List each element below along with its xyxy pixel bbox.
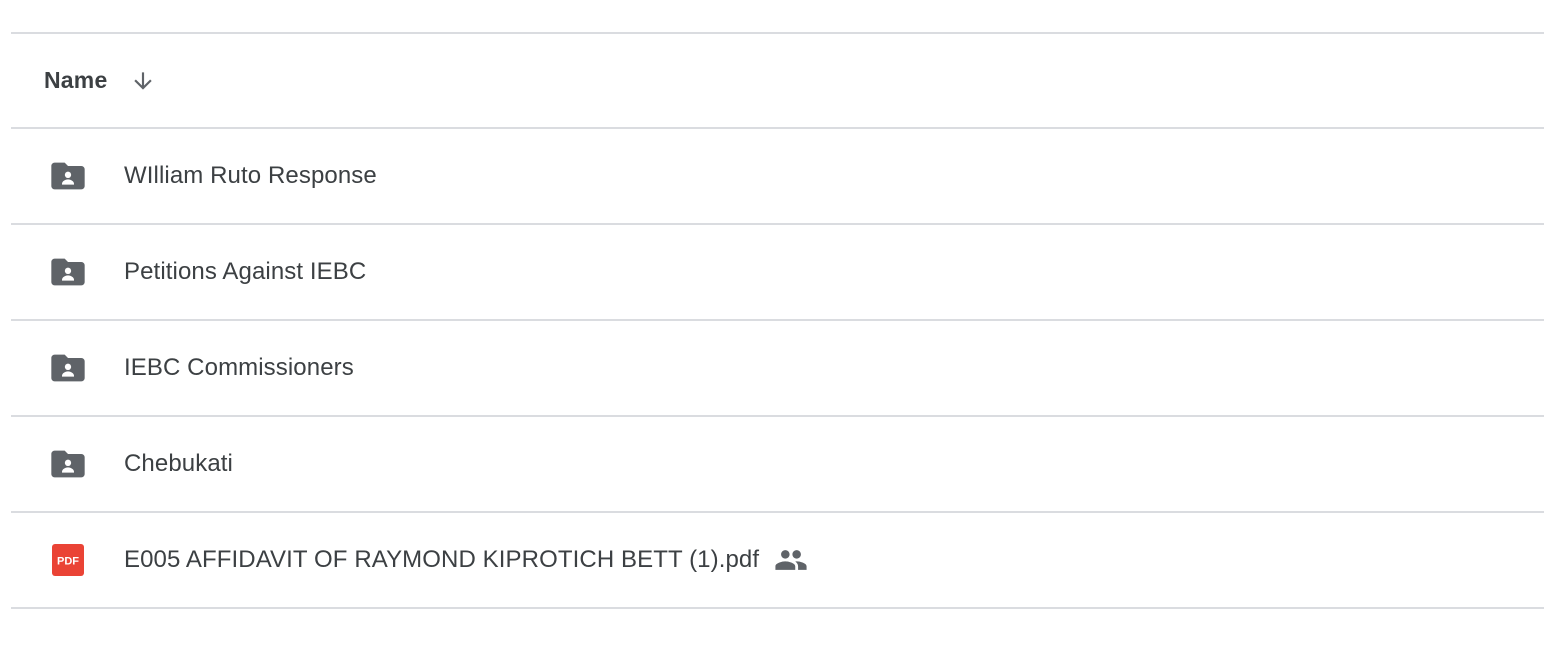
file-row-iebc-commissioners[interactable]: IEBC Commissioners [11,321,1544,417]
file-name: IEBC Commissioners [124,354,354,381]
name-column-header[interactable]: Name [44,67,107,94]
shared-folder-icon [48,156,88,196]
file-name: Petitions Against IEBC [124,258,367,285]
file-row-petitions-against-iebc[interactable]: Petitions Against IEBC [11,225,1544,321]
file-name: Chebukati [124,450,233,477]
file-row-chebukati[interactable]: Chebukati [11,417,1544,513]
column-header-row: Name [11,34,1544,129]
file-list: Name WIlliam Ruto Response Petitions Aga… [11,32,1544,609]
shared-folder-icon [48,348,88,388]
file-name: WIlliam Ruto Response [124,162,377,189]
pdf-icon: PDF [48,540,88,580]
shared-folder-icon [48,444,88,484]
arrow-down-icon[interactable] [129,67,157,95]
people-icon [773,545,809,575]
shared-folder-icon [48,252,88,292]
file-row-william-ruto-response[interactable]: WIlliam Ruto Response [11,129,1544,225]
pdf-badge-text: PDF [57,556,79,568]
file-name: E005 AFFIDAVIT OF RAYMOND KIPROTICH BETT… [124,546,760,573]
file-row-affidavit-pdf[interactable]: PDF E005 AFFIDAVIT OF RAYMOND KIPROTICH … [11,513,1544,609]
